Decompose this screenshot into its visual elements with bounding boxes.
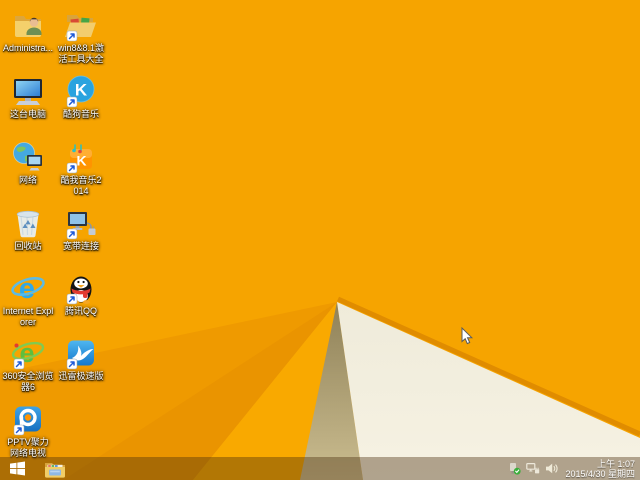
icon-label: 网络	[18, 175, 37, 185]
volume-icon[interactable]	[545, 462, 559, 475]
icon-label: 酷狗音乐	[62, 109, 99, 119]
shortcut-arrow-icon	[13, 424, 25, 436]
computer-icon	[14, 79, 42, 105]
network-tray-icon[interactable]	[526, 462, 540, 475]
shortcut-arrow-icon	[66, 162, 78, 174]
desktop-icon-network[interactable]: 网络	[2, 140, 54, 186]
shortcut-arrow-icon	[66, 96, 78, 108]
desktop-icon-win8-activation-tools[interactable]: win8&8.1激活工具大全	[55, 8, 107, 64]
desktop-icon-recycle-bin[interactable]: 回收站	[2, 206, 54, 252]
desktop-icon-pptv[interactable]: PPTV聚力 网络电视	[2, 402, 54, 458]
icon-label: PPTV聚力 网络电视	[7, 437, 49, 458]
taskbar: 上午 1:07 2015/4/30 星期四	[0, 457, 640, 480]
desktop-icon-xunlei-speed[interactable]: 迅雷极速版	[55, 336, 107, 382]
desktop-icon-internet-explorer[interactable]: e Internet Explorer	[2, 271, 54, 327]
360-browser-e-icon: e	[11, 338, 45, 370]
folder-user-icon	[15, 16, 42, 37]
desktop-icon-360-safe-browser[interactable]: e 360安全浏览器6	[2, 336, 54, 392]
shortcut-arrow-icon	[66, 293, 78, 305]
icon-label: 腾讯QQ	[64, 306, 97, 316]
desktop-icon-kuwo-music-2014[interactable]: K 酷我音乐2014	[55, 140, 107, 196]
shortcut-arrow-icon	[66, 358, 78, 370]
folder-apps-icon	[65, 15, 96, 42]
shortcut-arrow-icon	[13, 358, 25, 370]
start-button[interactable]	[0, 457, 34, 480]
icon-label: win8&8.1激活工具大全	[57, 43, 105, 64]
desktop-icon-administrator-folder[interactable]: Administra...	[2, 8, 54, 54]
svg-text:K: K	[75, 81, 88, 100]
xunlei-bird-icon	[66, 340, 94, 370]
icon-label: Internet Explorer	[2, 306, 54, 327]
mouse-cursor-icon	[461, 327, 474, 345]
desktop-icon-broadband-connection[interactable]: 宽带连接	[55, 206, 107, 252]
broadband-monitor-icon	[66, 212, 96, 240]
icon-label: 回收站	[14, 241, 42, 251]
taskbar-clock[interactable]: 上午 1:07 2015/4/30 星期四	[565, 459, 635, 479]
qq-penguin-icon	[66, 276, 92, 305]
desktop-icon-this-pc[interactable]: 这台电脑	[2, 74, 54, 120]
system-tray	[508, 462, 559, 475]
file-explorer-icon	[45, 462, 65, 478]
pptv-p-icon	[13, 406, 41, 436]
icon-label: 这台电脑	[9, 109, 46, 119]
windows-logo-icon	[9, 461, 25, 476]
safely-remove-hardware-icon[interactable]	[508, 462, 522, 475]
shortcut-arrow-icon	[66, 30, 78, 42]
kugou-k-icon: K	[66, 75, 95, 108]
recycle-bin-icon	[16, 210, 40, 238]
shortcut-arrow-icon	[66, 228, 78, 240]
svg-text:K: K	[76, 153, 86, 169]
icon-label: 迅雷极速版	[58, 371, 104, 381]
desktop-icon-tencent-qq[interactable]: 腾讯QQ	[55, 271, 107, 317]
icon-label: 宽带连接	[62, 241, 99, 251]
clock-time: 上午 1:07	[596, 458, 635, 469]
desktop: Administra... win8&8.1激活工具大全 这台电脑 K 酷狗音乐…	[0, 0, 640, 480]
icon-label: 酷我音乐2014	[60, 175, 102, 196]
kuwo-k-icon: K	[66, 144, 92, 174]
clock-date: 2015/4/30 星期四	[565, 468, 635, 479]
ie-e-icon: e	[11, 273, 45, 305]
desktop-icon-kugou-music[interactable]: K 酷狗音乐	[55, 74, 107, 120]
icon-label: Administra...	[2, 43, 53, 53]
taskbar-file-explorer-button[interactable]	[40, 457, 70, 480]
icon-label: 360安全浏览器6	[2, 371, 54, 392]
globe-network-icon	[13, 142, 42, 171]
